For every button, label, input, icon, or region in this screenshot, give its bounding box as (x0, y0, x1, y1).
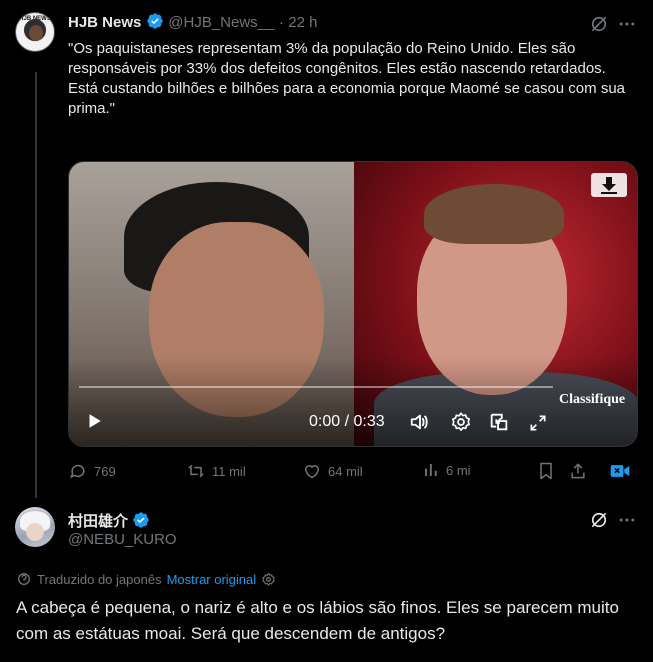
share-icon[interactable] (568, 461, 588, 481)
picture-in-picture-icon[interactable] (488, 411, 510, 433)
avatar-logo-text: HJB NEWS (19, 16, 51, 22)
volume-icon[interactable] (409, 411, 431, 433)
reply-action[interactable]: 769 (68, 461, 116, 481)
fullscreen-expand-icon[interactable] (528, 413, 548, 433)
video-camera-icon[interactable] (609, 462, 631, 480)
header-separator: · (278, 14, 284, 31)
bookmark-icon[interactable] (536, 461, 556, 481)
video-progress-bar[interactable] (79, 386, 553, 388)
video-player[interactable]: Classifique 0:00 / 0:33 (68, 161, 638, 447)
views-action[interactable]: 6 mi (422, 461, 471, 479)
verified-badge-icon (147, 13, 163, 29)
video-figure-hair-right (424, 184, 564, 244)
repost-count: 11 mil (212, 463, 246, 479)
views-bar-chart-icon (425, 464, 437, 476)
translate-icon (18, 573, 30, 585)
translation-notice: Traduzido do japonês Mostrar original (16, 571, 276, 587)
reply-bubble-icon (69, 464, 85, 479)
reply-author-name[interactable]: 村田雄介 (68, 513, 128, 530)
play-icon[interactable] (85, 412, 103, 430)
thread-connector-line (35, 72, 37, 498)
author-name[interactable]: HJB News (68, 14, 141, 31)
like-action[interactable]: 64 mil (302, 461, 363, 481)
show-original-link[interactable]: Mostrar original (167, 572, 257, 587)
rating-watermark: Classifique (559, 392, 626, 407)
post-time[interactable]: 22 h (288, 14, 317, 31)
post-header: HJB News @HJB_News__ · 22 h (68, 12, 317, 32)
download-arrow-icon (601, 177, 617, 194)
author-handle[interactable]: @HJB_News__ (168, 14, 274, 31)
view-count: 6 mi (446, 462, 471, 478)
verified-badge-icon (133, 512, 150, 528)
reply-header: 村田雄介 (68, 510, 150, 531)
translated-from-label: Traduzido do japonês (37, 571, 162, 587)
reply-author-handle[interactable]: @NEBU_KURO (68, 531, 177, 548)
reply-text: A cabeça é pequena, o nariz é alto e os … (16, 598, 619, 643)
avatar-face (29, 25, 43, 41)
more-options-icon[interactable] (617, 510, 637, 530)
video-controls-shade (69, 356, 637, 446)
reply-author-avatar[interactable] (15, 507, 55, 547)
grok-icon[interactable] (589, 14, 609, 34)
heart-icon (304, 465, 320, 479)
avatar-face (26, 523, 44, 541)
video-time: 0:00 / 0:33 (309, 413, 385, 430)
repost-icon (188, 464, 204, 478)
download-button[interactable] (591, 173, 627, 197)
repost-action[interactable]: 11 mil (186, 461, 246, 481)
translation-settings-gear-icon[interactable] (261, 572, 276, 587)
settings-gear-icon[interactable] (450, 411, 472, 433)
grok-icon[interactable] (589, 510, 609, 530)
reply-count: 769 (94, 463, 116, 479)
post-text: "Os paquistaneses representam 3% da popu… (68, 40, 625, 117)
author-avatar[interactable]: HJB NEWS (15, 12, 55, 52)
more-options-icon[interactable] (617, 14, 637, 34)
like-count: 64 mil (328, 463, 363, 479)
